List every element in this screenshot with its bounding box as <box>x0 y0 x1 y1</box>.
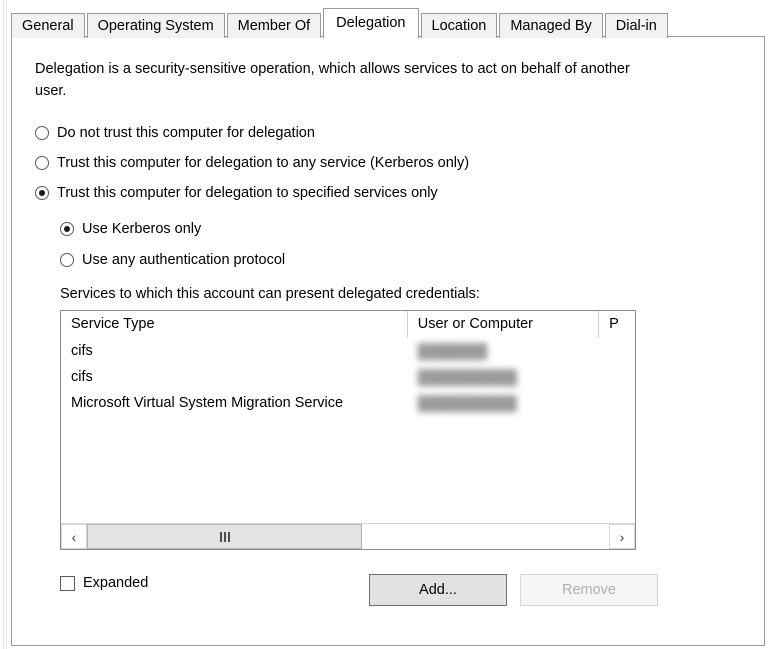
radio-do-not-trust[interactable]: Do not trust this computer for delegatio… <box>35 125 315 141</box>
cell-user-or-computer: ███████ <box>417 343 488 359</box>
radio-trust-any-service[interactable]: Trust this computer for delegation to an… <box>35 155 469 171</box>
tab-strip: General Operating System Member Of Deleg… <box>11 6 670 39</box>
remove-button: Remove <box>520 574 658 606</box>
cell-port <box>599 390 635 416</box>
radio-use-kerberos-only-label: Use Kerberos only <box>82 221 202 237</box>
tab-managed-by-label: Managed By <box>510 18 592 34</box>
cell-port <box>599 338 635 364</box>
tab-managed-by[interactable]: Managed By <box>499 13 603 38</box>
tab-delegation[interactable]: Delegation <box>323 8 419 39</box>
tab-general[interactable]: General <box>11 13 85 38</box>
radio-trust-any-service-icon <box>35 156 49 170</box>
listview-body: cifs ███████ cifs ██████████ Microsoft V… <box>61 338 635 523</box>
tab-general-label: General <box>22 18 74 34</box>
tab-location[interactable]: Location <box>420 13 498 38</box>
tab-member-of[interactable]: Member Of <box>226 13 322 38</box>
radio-trust-specified-services-icon <box>35 186 49 200</box>
radio-do-not-trust-label: Do not trust this computer for delegatio… <box>57 125 315 141</box>
delegation-tab-page: Delegation is a security-sensitive opera… <box>11 36 765 646</box>
cell-port <box>599 364 635 390</box>
tab-operating-system-label: Operating System <box>97 18 214 34</box>
radio-use-any-auth-protocol-icon <box>60 253 74 267</box>
scroll-right-arrow-icon[interactable]: › <box>609 524 635 549</box>
radio-trust-specified-services-label: Trust this computer for delegation to sp… <box>57 185 438 201</box>
grip-line-icon <box>223 531 226 542</box>
column-header-port[interactable]: P <box>599 311 635 338</box>
grip-line-icon <box>227 531 230 542</box>
column-header-user-or-computer[interactable]: User or Computer <box>407 311 600 338</box>
radio-trust-specified-services[interactable]: Trust this computer for delegation to sp… <box>35 185 438 201</box>
tab-dial-in[interactable]: Dial-in <box>604 13 668 38</box>
services-list-label: Services to which this account can prese… <box>60 286 480 302</box>
services-listview[interactable]: Service Type User or Computer P cifs ███… <box>60 310 636 550</box>
table-row[interactable]: Microsoft Virtual System Migration Servi… <box>61 390 635 416</box>
scrollbar-track[interactable] <box>87 524 609 549</box>
delegation-properties-dialog: General Operating System Member Of Deleg… <box>0 0 772 649</box>
expanded-checkbox[interactable]: Expanded <box>60 575 148 591</box>
tab-member-of-label: Member Of <box>237 18 311 34</box>
radio-use-kerberos-only-icon <box>60 222 74 236</box>
cell-service-type: Microsoft Virtual System Migration Servi… <box>71 395 344 411</box>
delegation-description: Delegation is a security-sensitive opera… <box>35 61 630 99</box>
radio-trust-any-service-label: Trust this computer for delegation to an… <box>57 155 470 171</box>
column-header-service-type[interactable]: Service Type <box>61 311 408 338</box>
radio-use-any-auth-protocol[interactable]: Use any authentication protocol <box>60 252 285 268</box>
add-button[interactable]: Add... <box>369 574 507 606</box>
table-row[interactable]: cifs ██████████ <box>61 364 635 390</box>
tab-location-label: Location <box>431 18 487 34</box>
expanded-checkbox-label: Expanded <box>83 575 149 591</box>
listview-header-row: Service Type User or Computer P <box>61 311 635 338</box>
cell-service-type: cifs <box>71 369 93 385</box>
cell-user-or-computer: ██████████ <box>417 395 517 411</box>
dialog-left-edge-line <box>3 0 4 649</box>
scrollbar-thumb[interactable] <box>87 524 362 549</box>
grip-line-icon <box>219 531 222 542</box>
dialog-left-inner-line <box>6 0 7 649</box>
radio-do-not-trust-icon <box>35 126 49 140</box>
tab-dial-in-label: Dial-in <box>615 18 657 34</box>
tab-operating-system[interactable]: Operating System <box>86 13 225 38</box>
expanded-checkbox-icon <box>60 575 75 591</box>
listview-horizontal-scrollbar[interactable]: ‹ › <box>61 523 635 549</box>
radio-use-kerberos-only[interactable]: Use Kerberos only <box>60 221 201 237</box>
table-row[interactable]: cifs ███████ <box>61 338 635 364</box>
scroll-left-arrow-icon[interactable]: ‹ <box>61 524 87 549</box>
cell-user-or-computer: ██████████ <box>417 369 517 385</box>
cell-service-type: cifs <box>71 343 93 359</box>
radio-use-any-auth-protocol-label: Use any authentication protocol <box>82 252 286 268</box>
tab-delegation-label: Delegation <box>336 15 406 31</box>
